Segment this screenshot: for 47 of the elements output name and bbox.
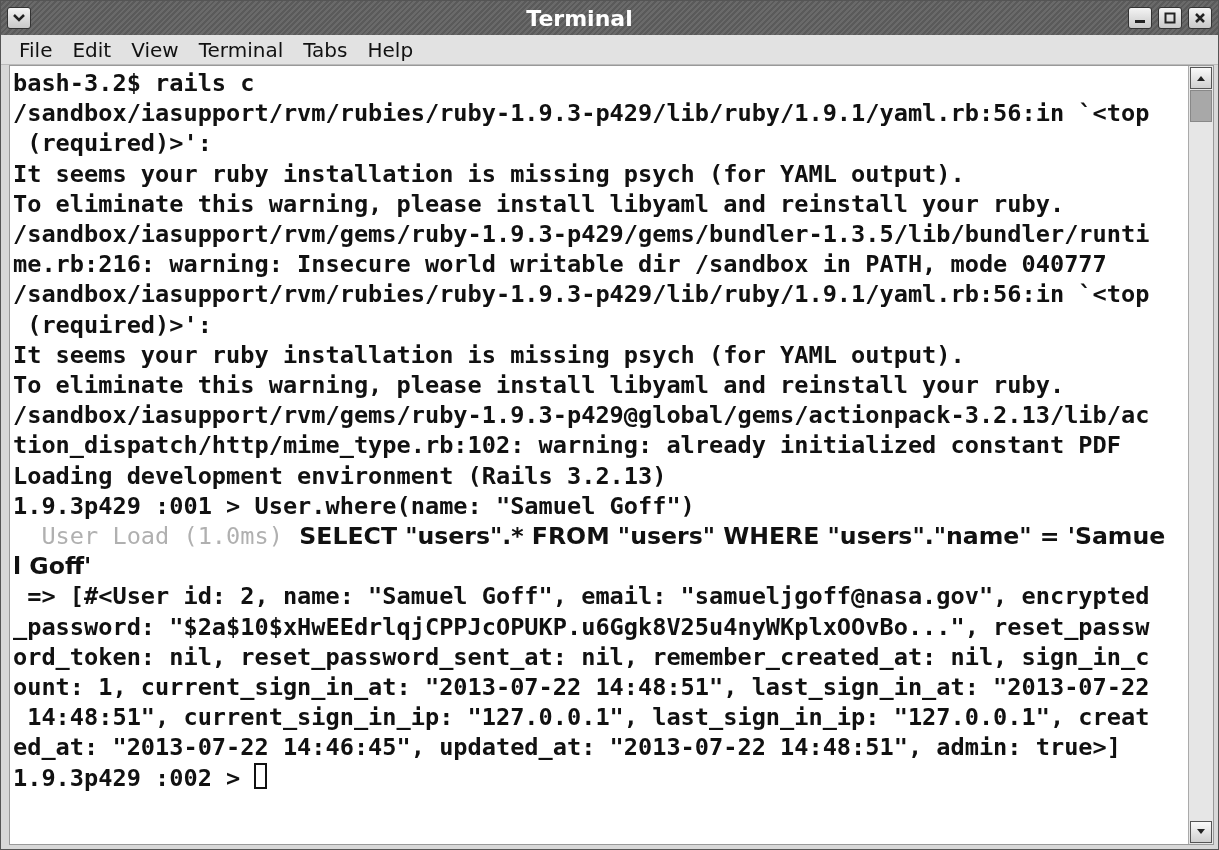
text-cursor: [254, 762, 268, 789]
log-label: User Load (1.0ms): [40, 521, 283, 552]
terminal-line: _password: "$2a$10$xHwEEdrlqjCPPJcOPUKP.u6Ggk8V25u4nyWKplxOOvBo...", reset_passw: [13, 611, 1150, 642]
scroll-up-button[interactable]: [1190, 67, 1212, 89]
scrollbar[interactable]: [1188, 66, 1213, 844]
minimize-icon: [1135, 19, 1145, 23]
up-arrow-icon: [1196, 74, 1206, 82]
terminal-line: /sandbox/iasupport/rvm/gems/ruby-1.9.3-p429@global/gems/actionpack-3.2.13/lib/ac: [13, 400, 1150, 431]
menu-item[interactable]: File: [19, 37, 53, 62]
terminal-line: me.rb:216: warning: Insecure world writable dir /sandbox in PATH, mode 040777: [13, 249, 1107, 280]
terminal-line: /sandbox/iasupport/rvm/gems/ruby-1.9.3-p429/gems/bundler-1.3.5/lib/bundler/runti: [13, 219, 1150, 250]
terminal-line: ount: 1, current_sign_in_at: "2013-07-22 14:48:51", last_sign_in_at: "2013-07-22: [13, 672, 1150, 703]
sql-query-text: SELECT "users".* FROM "users" WHERE "users"."name" = 'Samue: [298, 521, 1166, 552]
menu-item[interactable]: Terminal: [198, 37, 284, 62]
terminal-line: 1.9.3p429 :001 > User.where(name: "Samuel Goff"): [13, 490, 695, 522]
menu-item[interactable]: View: [131, 37, 179, 62]
console-prompt: 1.9.3p429 :002 >: [13, 762, 242, 793]
terminal-line: /sandbox/iasupport/rvm/rubies/ruby-1.9.3-p429/lib/ruby/1.9.1/yaml.rb:56:in `<top: [13, 279, 1150, 310]
terminal-line: ed_at: "2013-07-22 14:46:45", updated_at: "2013-07-22 14:48:51", admin: true>]: [13, 732, 1121, 763]
menu-item[interactable]: Tabs: [303, 37, 348, 62]
terminal-line: bash-3.2$ rails c: [13, 68, 255, 99]
close-icon: [1194, 12, 1206, 24]
terminal-line: (required)>':: [26, 309, 212, 340]
maximize-button[interactable]: [1158, 7, 1182, 29]
terminal-line: (required)>':: [26, 128, 212, 159]
terminal-line: => [#<User id: 2, name: "Samuel Goff", email: "samueljgoff@nasa.gov", encrypted: [26, 581, 1150, 612]
down-arrow-icon: [1196, 828, 1206, 836]
menu-item[interactable]: Help: [367, 37, 414, 62]
menu-item[interactable]: Edit: [72, 37, 112, 62]
chevron-down-icon: [12, 13, 26, 23]
terminal-line: 14:48:51", current_sign_in_ip: "127.0.0.1", last_sign_in_ip: "127.0.0.1", creat: [26, 702, 1150, 733]
scrollbar-thumb[interactable]: [1190, 90, 1212, 122]
terminal-line: /sandbox/iasupport/rvm/rubies/ruby-1.9.3-p429/lib/ruby/1.9.1/yaml.rb:56:in `<top: [13, 98, 1150, 129]
close-button[interactable]: [1188, 7, 1212, 29]
terminal-line: It seems your ruby installation is missing psych (for YAML output).: [13, 339, 965, 371]
terminal-line: To eliminate this warning, please install libyaml and reinstall your ruby.: [13, 188, 1065, 219]
terminal-line: tion_dispatch/http/mime_type.rb:102: warning: already initialized constant PDF: [13, 430, 1121, 461]
terminal-line: Loading development environment (Rails 3.2.13): [13, 460, 667, 491]
terminal-line: To eliminate this warning, please install libyaml and reinstall your ruby.: [13, 370, 1065, 401]
window-title: Terminal: [525, 5, 634, 31]
terminal-line: ord_token: nil, reset_password_sent_at: nil, remember_created_at: nil, sign_in_c: [13, 641, 1150, 673]
window-menu-button[interactable]: [7, 7, 31, 29]
maximize-icon: [1164, 12, 1176, 24]
terminal-line: It seems your ruby installation is missing psych (for YAML output).: [13, 158, 965, 189]
minimize-button[interactable]: [1128, 7, 1152, 29]
sql-query-text: l Goff': [13, 551, 92, 582]
scroll-down-button[interactable]: [1190, 821, 1212, 843]
